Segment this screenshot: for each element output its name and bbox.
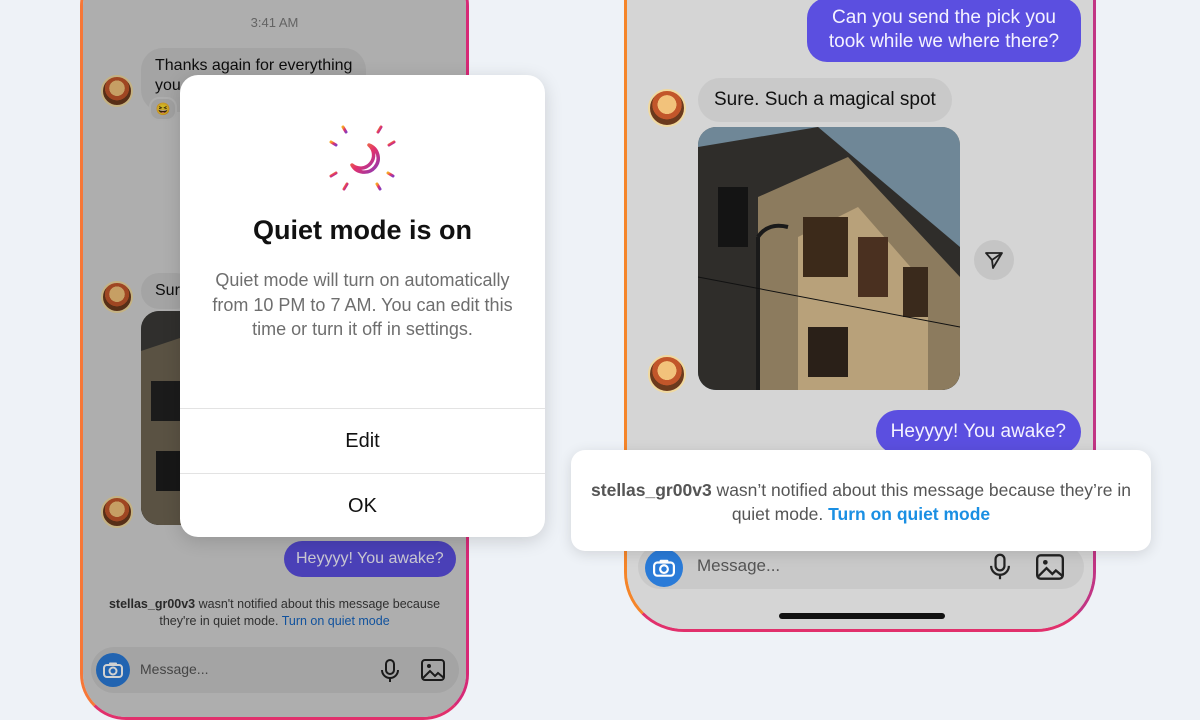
incoming-message-bubble[interactable]: Sure. Such a magical spot bbox=[698, 78, 952, 122]
camera-button[interactable] bbox=[96, 653, 130, 687]
toast-username: stellas_gr00v3 bbox=[591, 480, 712, 500]
turn-on-quiet-mode-link[interactable]: Turn on quiet mode bbox=[282, 614, 390, 628]
reaction-badge[interactable]: 😆 bbox=[149, 97, 177, 121]
message-input-placeholder[interactable]: Message... bbox=[697, 556, 780, 576]
shared-photo[interactable] bbox=[698, 127, 960, 390]
outgoing-message-bubble[interactable]: Heyyyy! You awake? bbox=[875, 410, 1081, 454]
edit-button[interactable]: Edit bbox=[180, 408, 545, 473]
contact-avatar[interactable] bbox=[101, 496, 133, 528]
outgoing-message-bubble[interactable]: Can you send the pick you took while we … bbox=[807, 0, 1081, 62]
dialog-body: Quiet mode will turn on automatically fr… bbox=[212, 270, 513, 339]
contact-avatar[interactable] bbox=[101, 281, 133, 313]
quiet-mode-notice: stellas_gr00v3 wasn't notified about thi… bbox=[93, 596, 456, 630]
home-indicator bbox=[779, 613, 945, 619]
outgoing-message-bubble[interactable]: Heyyyy! You awake? bbox=[284, 541, 456, 577]
quiet-mode-toast: stellas_gr00v3 wasn’t notified about thi… bbox=[571, 450, 1151, 551]
contact-avatar[interactable] bbox=[101, 75, 133, 107]
incoming-message-text: Sure. Such a magical spot bbox=[714, 89, 936, 110]
gallery-icon[interactable] bbox=[421, 659, 445, 686]
contact-avatar[interactable] bbox=[648, 355, 686, 393]
camera-icon bbox=[103, 662, 123, 678]
gallery-icon[interactable] bbox=[1036, 554, 1064, 585]
message-composer[interactable]: Message... bbox=[91, 647, 459, 693]
contact-avatar[interactable] bbox=[648, 89, 686, 127]
outgoing-message-text: Heyyyy! You awake? bbox=[890, 421, 1066, 442]
share-button[interactable] bbox=[974, 240, 1014, 280]
message-timestamp: 3:41 AM bbox=[250, 15, 299, 30]
moon-icon bbox=[322, 117, 402, 197]
microphone-icon[interactable] bbox=[990, 553, 1010, 586]
notice-username: stellas_gr00v3 bbox=[108, 597, 196, 611]
message-composer[interactable]: Message... bbox=[638, 545, 1084, 589]
camera-icon bbox=[653, 559, 675, 577]
incoming-message-text: Thanks again for everything bbox=[155, 57, 353, 74]
incoming-message-text: Sur bbox=[155, 282, 180, 299]
camera-button[interactable] bbox=[645, 549, 683, 587]
quiet-mode-dialog: Quiet mode is on Quiet mode will turn on… bbox=[180, 75, 545, 537]
turn-on-quiet-mode-link[interactable]: Turn on quiet mode bbox=[828, 504, 990, 524]
dialog-title: Quiet mode is on bbox=[252, 215, 473, 245]
outgoing-message-text: Can you send the pick you took while we … bbox=[828, 7, 1060, 52]
ok-button[interactable]: OK bbox=[180, 473, 545, 537]
microphone-icon[interactable] bbox=[381, 659, 399, 688]
send-icon bbox=[985, 252, 1003, 269]
outgoing-message-text: Heyyyy! You awake? bbox=[296, 550, 444, 567]
